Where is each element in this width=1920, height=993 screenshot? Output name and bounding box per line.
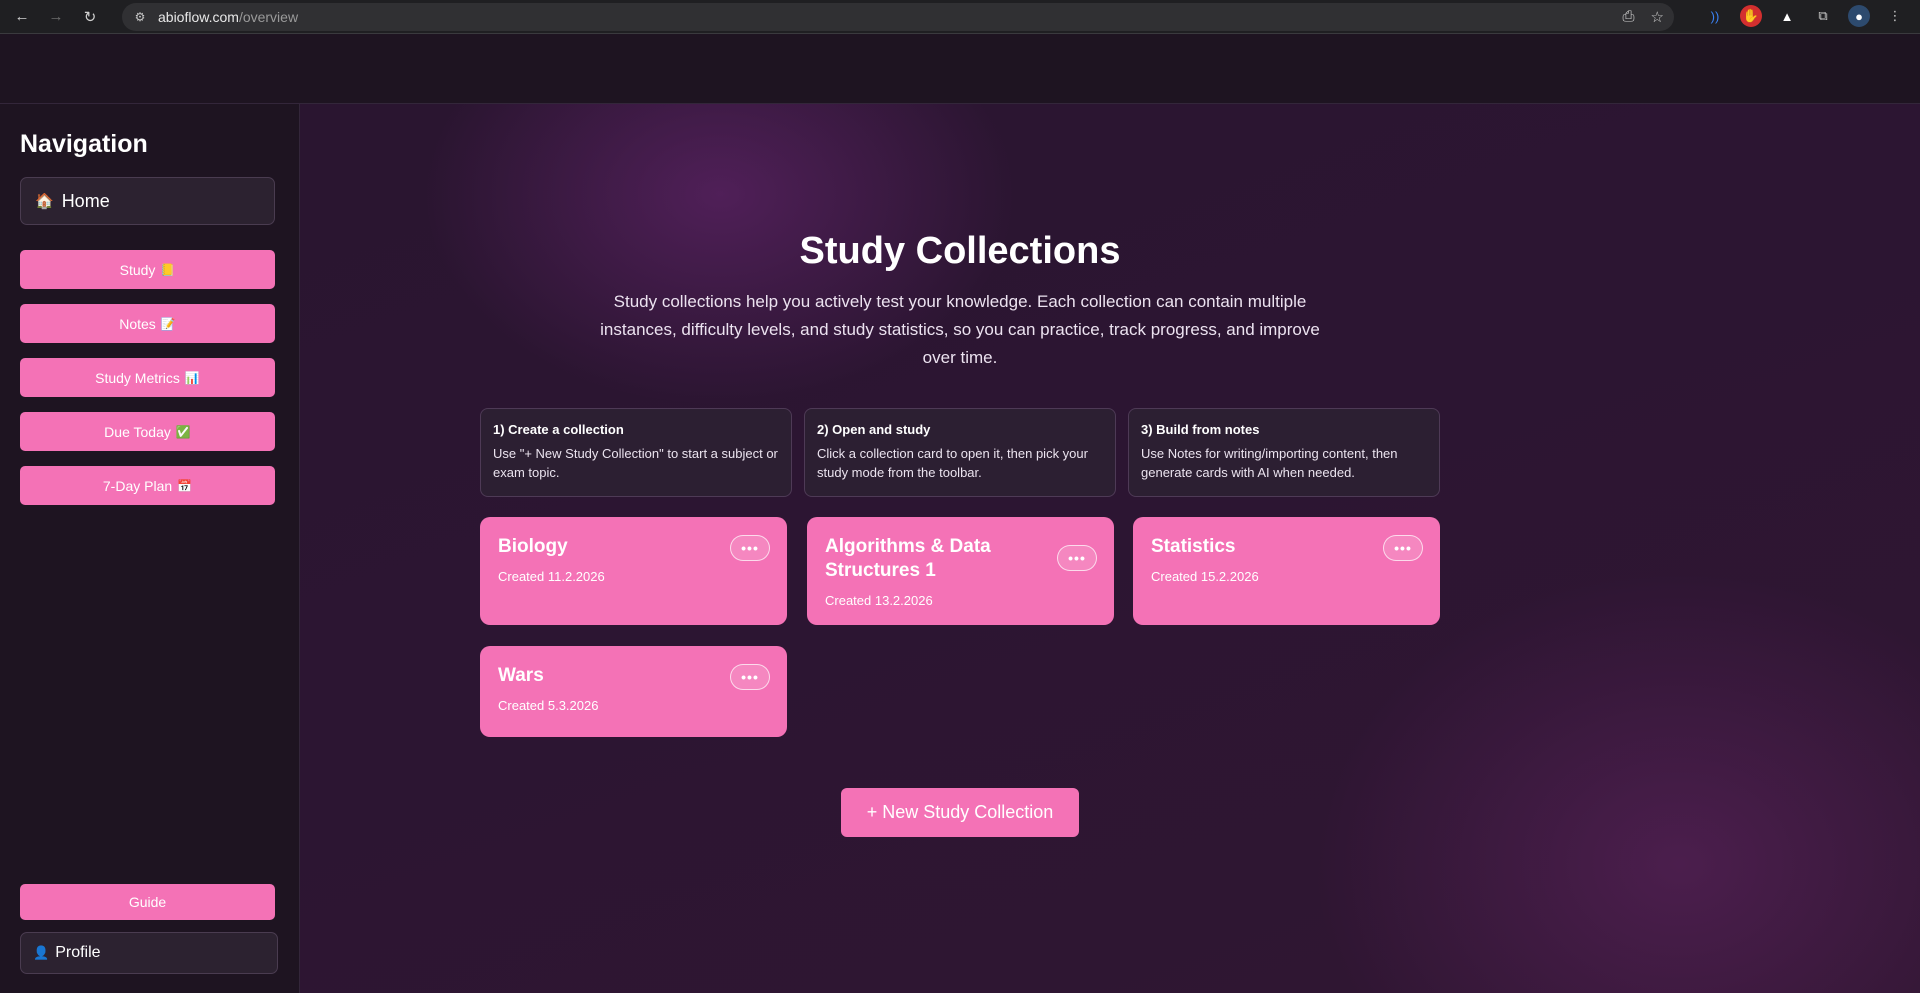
sidebar-item-label: Notes [119, 315, 156, 332]
step-description: Use Notes for writing/importing content,… [1141, 446, 1398, 480]
bookmark-star-icon[interactable]: ☆ [1651, 8, 1664, 26]
collection-title: Algorithms & Data Structures 1 [825, 536, 991, 581]
sidebar-item-notes[interactable]: Notes 📝 [20, 304, 275, 343]
url-host: abioflow.com [158, 9, 239, 25]
page-title: Study Collections [799, 230, 1121, 272]
install-app-icon[interactable]: ⎙ [1623, 8, 1635, 26]
more-options-button[interactable]: ••• [730, 535, 770, 561]
sidebar-item-7-day-plan[interactable]: 7-Day Plan 📅 [20, 466, 275, 505]
bar-chart-icon: 📊 [184, 370, 200, 385]
profile-avatar-icon[interactable]: ● [1848, 5, 1870, 27]
collection-created-date: Created 5.3.2026 [498, 698, 599, 713]
url-text[interactable]: abioflow.com/overview [158, 9, 298, 25]
sidebar-item-label: 7-Day Plan [102, 477, 173, 494]
notebook-icon: 📒 [160, 262, 176, 277]
extension-hand-icon[interactable]: ✋ [1740, 5, 1762, 27]
step-description: Click a collection card to open it, then… [817, 446, 1088, 480]
browser-toolbar: ← → ↻ ⚙ abioflow.com/overview ⎙ ☆ )) ✋ ▲… [0, 0, 1920, 34]
sidebar-item-home[interactable]: 🏠 Home [20, 177, 275, 225]
sidebar-item-due-today[interactable]: Due Today ✅ [20, 412, 275, 451]
sidebar-item-label: Home [61, 190, 110, 211]
sidebar-item-label: Study [119, 261, 156, 278]
profile-label: Profile [55, 944, 101, 961]
collection-created-date: Created 13.2.2026 [825, 593, 933, 608]
sidebar-item-study[interactable]: Study 📒 [20, 250, 275, 289]
step-title: 1) Create a collection [493, 422, 624, 437]
sidebar-item-label: Due Today [104, 423, 171, 440]
step-card: 2) Open and study Click a collection car… [804, 408, 1116, 497]
calendar-icon: 📅 [177, 478, 193, 493]
page-intro: Study collections help you actively test… [600, 292, 1320, 367]
collection-created-date: Created 15.2.2026 [1151, 569, 1259, 584]
sidebar-heading: Navigation [20, 130, 148, 158]
sidebar-item-label: Study Metrics [95, 369, 180, 386]
collection-card-wars[interactable]: Wars Created 5.3.2026 ••• [480, 646, 787, 737]
more-options-button[interactable]: ••• [730, 664, 770, 690]
collection-title: Wars [498, 665, 544, 686]
step-card: 1) Create a collection Use "+ New Study … [480, 408, 792, 497]
guide-button[interactable]: Guide [20, 884, 275, 920]
step-description: Use "+ New Study Collection" to start a … [493, 446, 778, 480]
step-title: 2) Open and study [817, 422, 931, 437]
memo-icon: 📝 [160, 316, 176, 331]
reload-icon[interactable]: ↻ [78, 5, 102, 29]
url-path: /overview [238, 9, 299, 25]
new-study-collection-button[interactable]: + New Study Collection [841, 788, 1079, 837]
step-card: 3) Build from notes Use Notes for writin… [1128, 408, 1440, 497]
home-icon: 🏠 [35, 193, 54, 210]
steps-guide: 1) Create a collection Use "+ New Study … [480, 408, 1440, 497]
extension-wave-icon[interactable]: )) [1704, 5, 1726, 27]
app-header [0, 34, 1920, 104]
check-mark-icon: ✅ [175, 424, 191, 439]
collection-title: Biology [498, 536, 568, 557]
collection-card-statistics[interactable]: Statistics Created 15.2.2026 ••• [1133, 517, 1440, 625]
collection-title: Statistics [1151, 536, 1236, 557]
sidebar-item-study-metrics[interactable]: Study Metrics 📊 [20, 358, 275, 397]
profile-button[interactable]: 👤 Profile [20, 932, 278, 974]
back-icon[interactable]: ← [10, 5, 34, 29]
forward-icon[interactable]: → [44, 5, 68, 29]
site-info-icon[interactable]: ⚙ [132, 9, 148, 25]
collection-card-algorithms[interactable]: Algorithms & Data Structures 1 Created 1… [807, 517, 1114, 625]
collection-card-biology[interactable]: Biology Created 11.2.2026 ••• [480, 517, 787, 625]
more-options-button[interactable]: ••• [1383, 535, 1423, 561]
extension-triangle-icon[interactable]: ▲ [1776, 5, 1798, 27]
main-content: Study Collections Study collections help… [300, 104, 1920, 993]
sidebar: Navigation 🏠 Home Study 📒 Notes 📝 Study … [0, 104, 300, 993]
collection-created-date: Created 11.2.2026 [498, 569, 605, 584]
extensions-puzzle-icon[interactable]: ⧉ [1812, 5, 1834, 27]
user-icon: 👤 [33, 945, 50, 960]
step-title: 3) Build from notes [1141, 422, 1260, 437]
more-options-button[interactable]: ••• [1057, 545, 1097, 571]
browser-menu-icon[interactable]: ⋮ [1884, 5, 1906, 27]
address-bar[interactable]: ⚙ abioflow.com/overview ⎙ ☆ [122, 3, 1674, 31]
